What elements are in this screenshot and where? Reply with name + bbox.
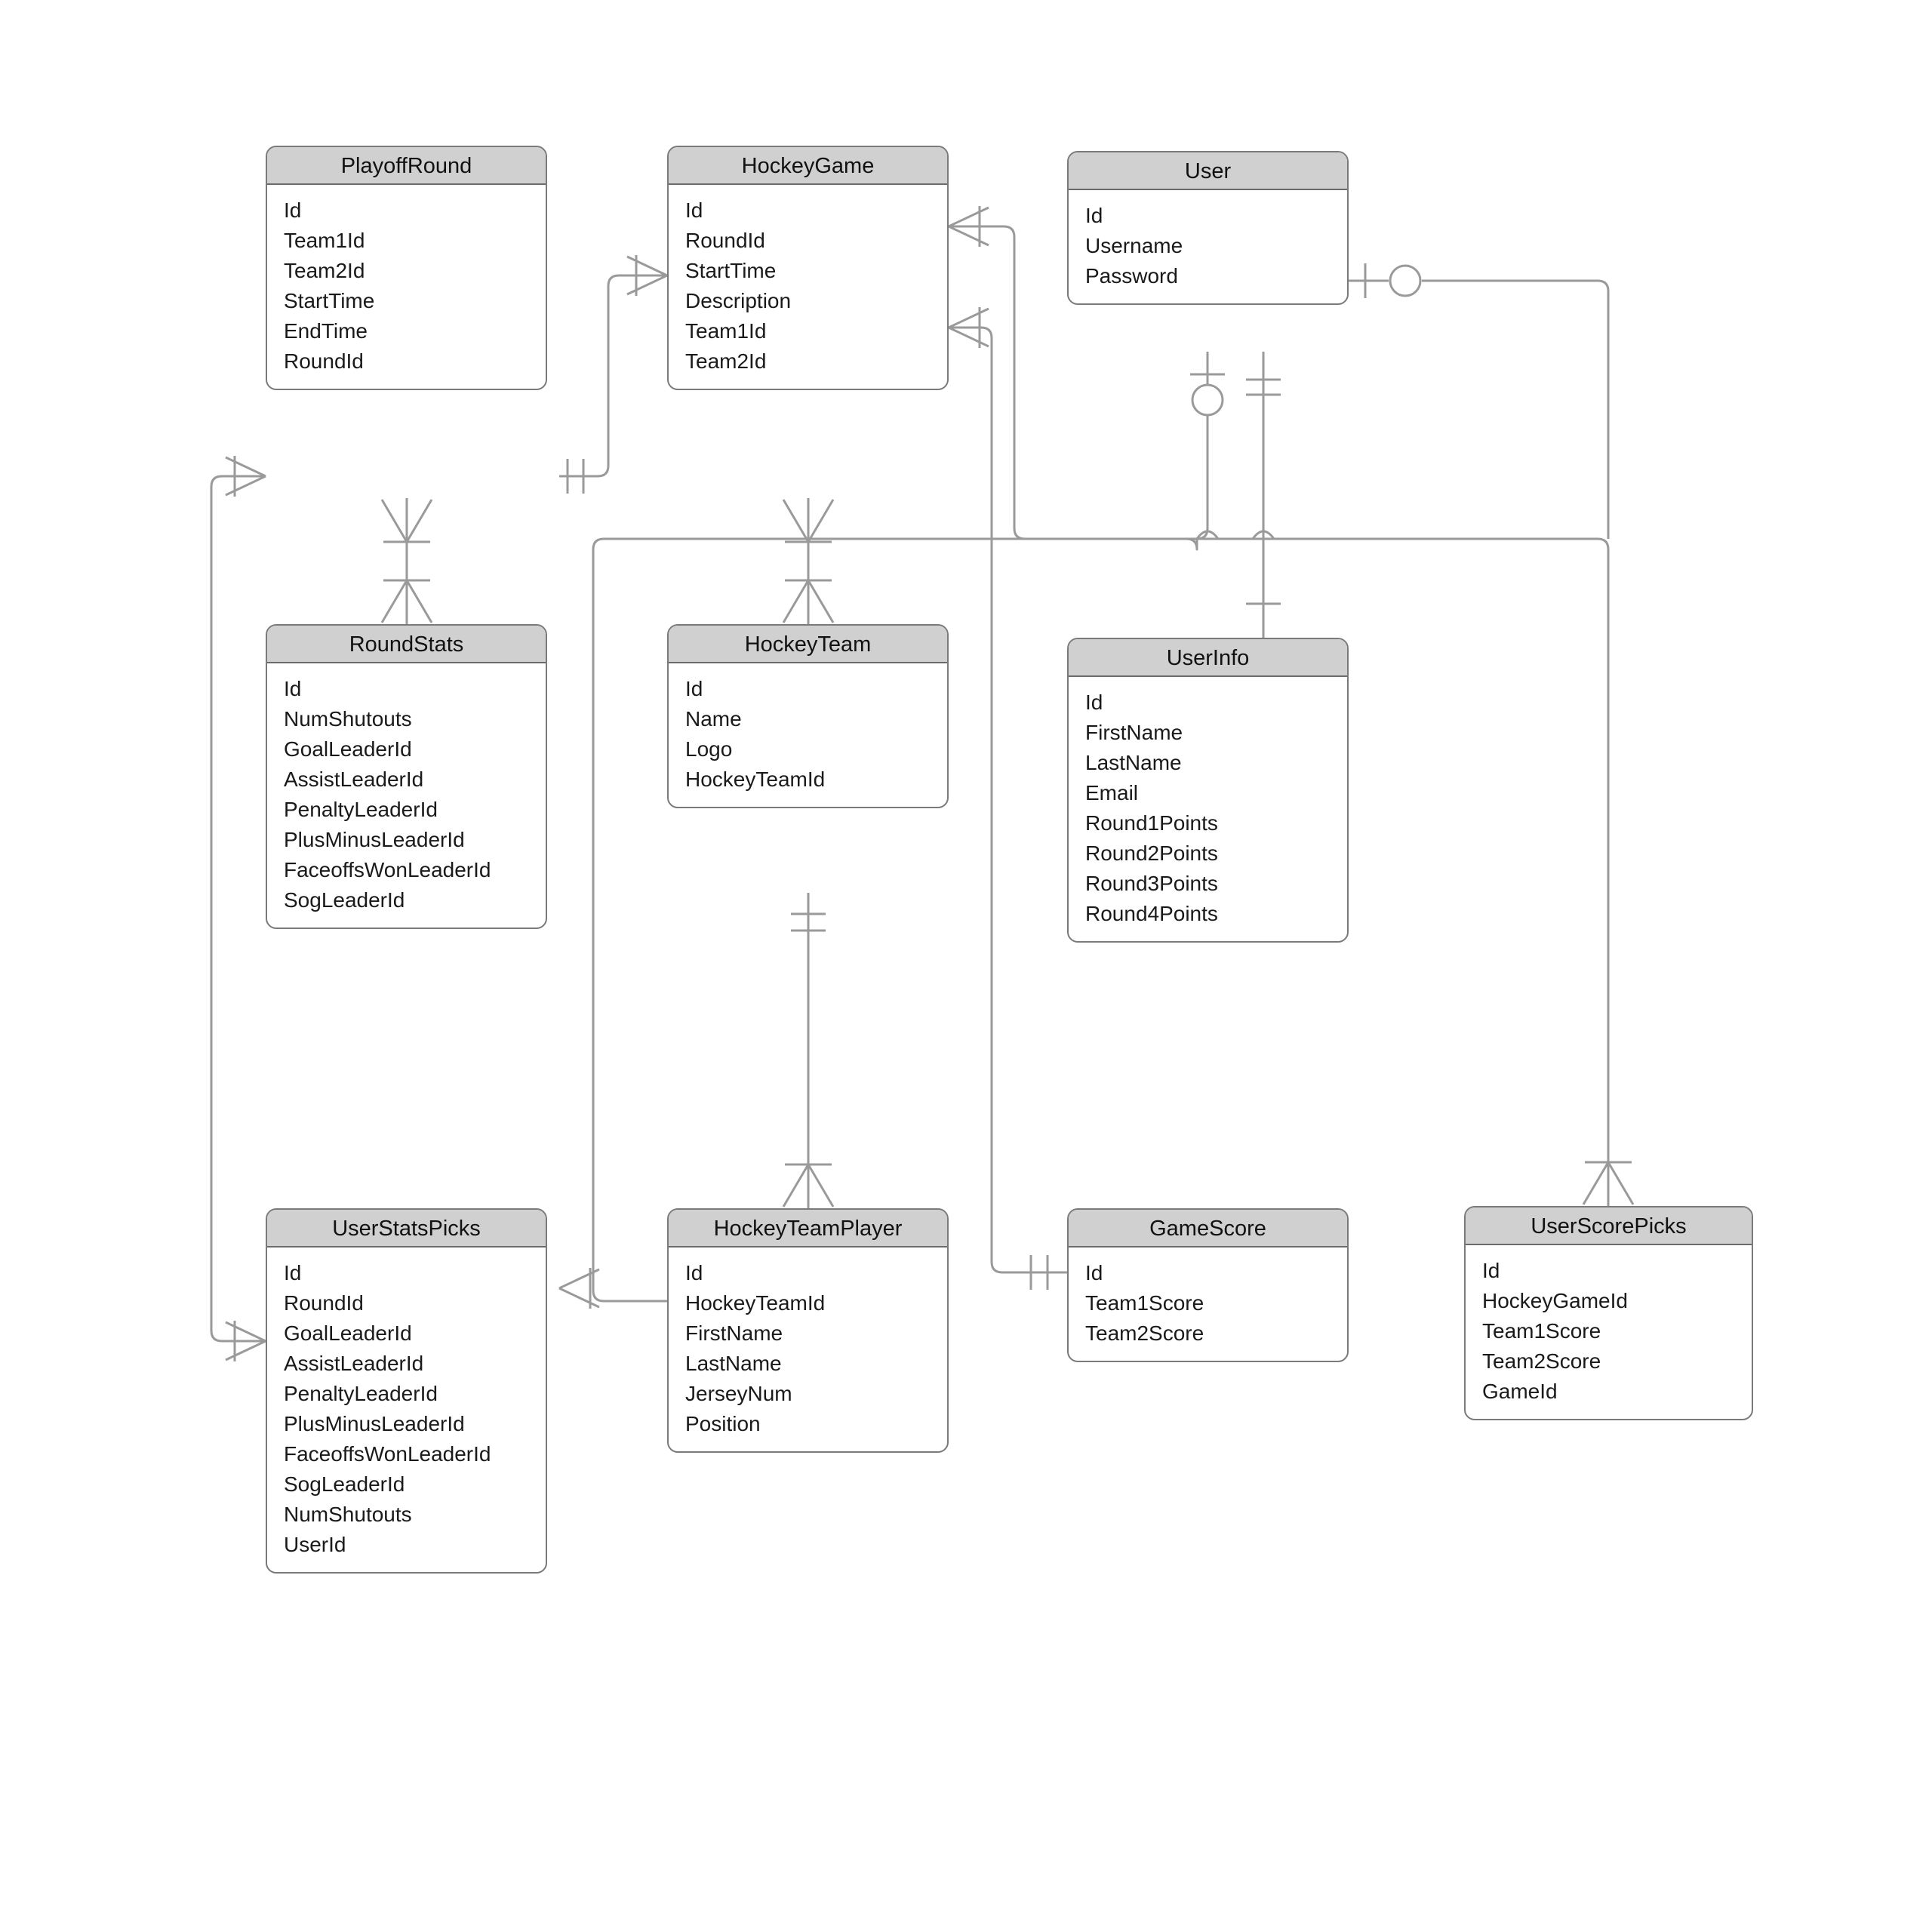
connector-playoffround-userstatspicks <box>210 456 266 1361</box>
attribute-row: HockeyTeamId <box>685 1291 826 1315</box>
attribute-list-playoffround: Id Team1Id Team2Id StartTime EndTime RoundId <box>267 185 546 389</box>
attribute-list-hockeyteam: Id Name Logo HockeyTeamId <box>669 663 947 807</box>
entity-title-userstatspicks: UserStatsPicks <box>267 1210 546 1247</box>
connector-hockeygame-playoffround <box>559 255 668 494</box>
attribute-row: Round3Points <box>1085 872 1218 895</box>
entity-title-hockeyteam: HockeyTeam <box>669 626 947 663</box>
entity-title-roundstats: RoundStats <box>267 626 546 663</box>
attribute-row: Id <box>284 1261 302 1284</box>
connector-playoffround-roundstats <box>380 498 433 624</box>
attribute-row: SogLeaderId <box>284 1472 405 1496</box>
attribute-row: FaceoffsWonLeaderId <box>284 1442 491 1466</box>
attribute-row: Id <box>1085 1261 1103 1284</box>
attribute-row: RoundId <box>685 229 765 252</box>
attribute-row: LastName <box>685 1352 782 1375</box>
attribute-row: Round2Points <box>1085 841 1218 865</box>
attribute-list-user: Id Username Password <box>1069 190 1347 303</box>
attribute-row: Id <box>284 677 302 700</box>
attribute-row: GameId <box>1482 1380 1558 1403</box>
attribute-row: HockeyGameId <box>1482 1289 1628 1312</box>
attribute-row: Id <box>1085 691 1103 714</box>
attribute-row: Id <box>685 677 703 700</box>
attribute-row: Team2Id <box>685 349 767 373</box>
attribute-row: PlusMinusLeaderId <box>284 1412 465 1435</box>
attribute-row: Team1Score <box>1482 1319 1601 1343</box>
entity-roundstats[interactable]: RoundStats Id NumShutouts GoalLeaderId Assis… <box>266 624 547 929</box>
attribute-row: StartTime <box>284 289 375 312</box>
entity-title-playoffround: PlayoffRound <box>267 147 546 185</box>
entity-hockeyteamplayer[interactable]: HockeyTeamPlayer Id HockeyTeamId FirstName L… <box>667 1208 949 1453</box>
attribute-row: Email <box>1085 781 1139 804</box>
attribute-row: Id <box>685 198 703 222</box>
attribute-row: Id <box>685 1261 703 1284</box>
attribute-list-userstatspicks: Id RoundId GoalLeaderId AssistLeaderId Penal… <box>267 1247 546 1572</box>
entity-hockeyteam[interactable]: HockeyTeam Id Name Logo HockeyTeamId <box>667 624 949 808</box>
connector-hockeyteam-hockeyteamplayer <box>782 893 835 1208</box>
attribute-row: HockeyTeamId <box>685 768 826 791</box>
attribute-row: PlusMinusLeaderId <box>284 828 465 851</box>
attribute-row: Round4Points <box>1085 902 1218 925</box>
attribute-row: Team1Id <box>685 319 767 343</box>
connector-hockeygame-gamescore <box>948 307 1067 1290</box>
attribute-row: Description <box>685 289 792 312</box>
attribute-row: Id <box>284 198 302 222</box>
attribute-row: Id <box>1085 204 1103 227</box>
entity-title-gamescore: GameScore <box>1069 1210 1347 1247</box>
er-diagram-canvas: PlayoffRound Id Team1Id Team2Id StartTime End… <box>0 0 1932 1932</box>
connector-user-userscorepicks <box>1349 263 1610 539</box>
connector-user-userinfo <box>1246 352 1281 638</box>
line-hop-arcs <box>1195 530 1275 540</box>
entity-userstatspicks[interactable]: UserStatsPicks Id RoundId GoalLeaderId Assis… <box>266 1208 547 1574</box>
attribute-list-userscorepicks: Id HockeyGameId Team1Score Team2Score GameId <box>1466 1245 1752 1419</box>
attribute-row: Logo <box>685 737 733 761</box>
attribute-list-gamescore: Id Team1Score Team2Score <box>1069 1247 1347 1361</box>
entity-title-hockeyteamplayer: HockeyTeamPlayer <box>669 1210 947 1247</box>
attribute-row: Username <box>1085 234 1183 257</box>
attribute-row: Team2Score <box>1085 1321 1204 1345</box>
attribute-row: Password <box>1085 264 1178 288</box>
attribute-row: StartTime <box>685 259 777 282</box>
attribute-row: FaceoffsWonLeaderId <box>284 858 491 881</box>
attribute-row: Team2Id <box>284 259 365 282</box>
entity-playoffround[interactable]: PlayoffRound Id Team1Id Team2Id StartTime End… <box>266 146 547 390</box>
attribute-row: PenaltyLeaderId <box>284 798 438 821</box>
attribute-list-roundstats: Id NumShutouts GoalLeaderId AssistLeaderId P… <box>267 663 546 928</box>
attribute-row: JerseyNum <box>685 1382 792 1405</box>
attribute-row: NumShutouts <box>284 707 412 731</box>
attribute-row: Position <box>685 1412 761 1435</box>
attribute-row: FirstName <box>1085 721 1183 744</box>
attribute-row: SogLeaderId <box>284 888 405 912</box>
attribute-row: EndTime <box>284 319 368 343</box>
attribute-row: GoalLeaderId <box>284 1321 412 1345</box>
attribute-row: Team2Score <box>1482 1349 1601 1373</box>
entity-gamescore[interactable]: GameScore Id Team1Score Team2Score <box>1067 1208 1349 1362</box>
entity-user[interactable]: User Id Username Password <box>1067 151 1349 305</box>
entity-title-userscorepicks: UserScorePicks <box>1466 1208 1752 1245</box>
entity-userinfo[interactable]: UserInfo Id FirstName LastName Email Round1Po… <box>1067 638 1349 943</box>
entity-userscorepicks[interactable]: UserScorePicks Id HockeyGameId Team1Score Te… <box>1464 1206 1753 1420</box>
attribute-row: Round1Points <box>1085 811 1218 835</box>
attribute-row: Team1Score <box>1085 1291 1204 1315</box>
entity-title-userinfo: UserInfo <box>1069 639 1347 677</box>
entity-title-user: User <box>1069 152 1347 190</box>
attribute-row: FirstName <box>685 1321 783 1345</box>
attribute-list-hockeyteamplayer: Id HockeyTeamId FirstName LastName JerseyNum… <box>669 1247 947 1451</box>
attribute-row: UserId <box>284 1533 346 1556</box>
attribute-row: AssistLeaderId <box>284 768 424 791</box>
attribute-row: GoalLeaderId <box>284 737 412 761</box>
attribute-row: RoundId <box>284 1291 364 1315</box>
attribute-row: Id <box>1482 1259 1500 1282</box>
attribute-list-userinfo: Id FirstName LastName Email Round1Points Roun… <box>1069 677 1347 941</box>
attribute-row: PenaltyLeaderId <box>284 1382 438 1405</box>
attribute-row: Team1Id <box>284 229 365 252</box>
attribute-row: NumShutouts <box>284 1503 412 1526</box>
attribute-row: LastName <box>1085 751 1182 774</box>
attribute-row: AssistLeaderId <box>284 1352 424 1375</box>
entity-hockeygame[interactable]: HockeyGame Id RoundId StartTime Description T… <box>667 146 949 390</box>
connector-hockeygame-hockeyteam <box>782 498 835 624</box>
attribute-row: RoundId <box>284 349 364 373</box>
attribute-row: Name <box>685 707 742 731</box>
entity-title-hockeygame: HockeyGame <box>669 147 947 185</box>
attribute-list-hockeygame: Id RoundId StartTime Description Team1Id Team… <box>669 185 947 389</box>
